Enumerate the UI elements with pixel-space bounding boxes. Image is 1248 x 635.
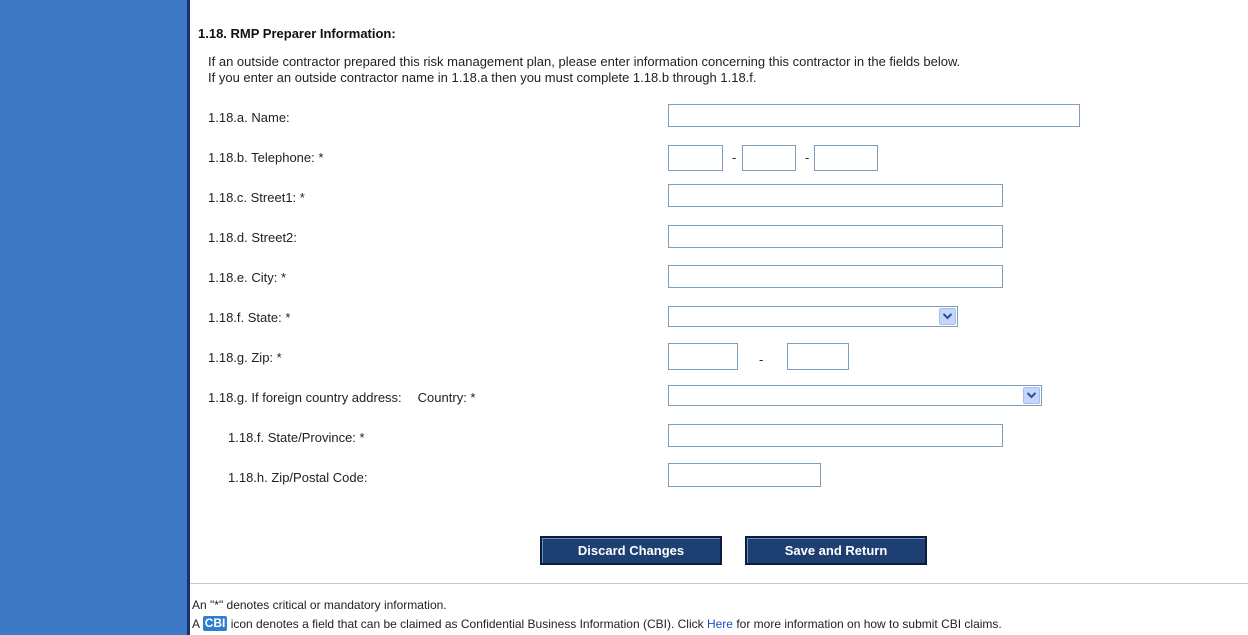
cbi-note: A CBI icon denotes a field that can be c…	[192, 616, 1002, 631]
telephone-label: 1.18.b. Telephone: *	[208, 150, 324, 165]
section-title: 1.18. RMP Preparer Information:	[198, 26, 396, 41]
phone-separator-1: -	[732, 150, 737, 165]
name-input[interactable]	[668, 104, 1080, 127]
phone-separator-2: -	[805, 150, 810, 165]
save-and-return-button[interactable]: Save and Return	[745, 536, 927, 565]
zip-extension-input[interactable]	[787, 343, 849, 370]
chevron-down-icon[interactable]	[939, 308, 956, 325]
province-label: 1.18.f. State/Province: *	[228, 430, 365, 445]
cbi-here-link[interactable]: Here	[707, 617, 733, 631]
intro-text-line2: If you enter an outside contractor name …	[208, 70, 757, 85]
province-input[interactable]	[668, 424, 1003, 447]
cbi-icon: CBI	[202, 616, 228, 631]
street1-input[interactable]	[668, 184, 1003, 207]
street1-label: 1.18.c. Street1: *	[208, 190, 305, 205]
divider	[190, 583, 1248, 584]
left-sidebar	[0, 0, 190, 635]
cbi-suffix: for more information on how to submit CB…	[736, 617, 1002, 631]
discard-changes-button[interactable]: Discard Changes	[540, 536, 722, 565]
cbi-prefix: A	[192, 617, 200, 631]
city-label: 1.18.e. City: *	[208, 270, 287, 285]
country-select[interactable]	[668, 385, 1042, 406]
zip-separator: -	[759, 352, 764, 367]
cbi-text: icon denotes a field that can be claimed…	[230, 617, 704, 631]
phone-prefix-input[interactable]	[742, 145, 796, 171]
foreign-country-label: 1.18.g. If foreign country address: Count…	[208, 390, 475, 405]
zip-label: 1.18.g. Zip: *	[208, 350, 282, 365]
phone-line-input[interactable]	[814, 145, 878, 171]
main-content: 1.18. RMP Preparer Information: If an ou…	[190, 0, 1248, 635]
postal-code-input[interactable]	[668, 463, 821, 487]
name-label: 1.18.a. Name:	[208, 110, 290, 125]
country-label: Country: *	[417, 390, 476, 405]
street2-input[interactable]	[668, 225, 1003, 248]
chevron-down-icon[interactable]	[1023, 387, 1040, 404]
city-input[interactable]	[668, 265, 1003, 288]
postal-code-label: 1.18.h. Zip/Postal Code:	[228, 470, 368, 485]
mandatory-note: An "*" denotes critical or mandatory inf…	[192, 598, 447, 612]
state-select[interactable]	[668, 306, 958, 327]
phone-area-code-input[interactable]	[668, 145, 723, 171]
zip-input[interactable]	[668, 343, 738, 370]
intro-text-line1: If an outside contractor prepared this r…	[208, 54, 961, 69]
foreign-address-label: 1.18.g. If foreign country address:	[208, 390, 402, 405]
state-label: 1.18.f. State: *	[208, 310, 291, 325]
street2-label: 1.18.d. Street2:	[208, 230, 297, 245]
